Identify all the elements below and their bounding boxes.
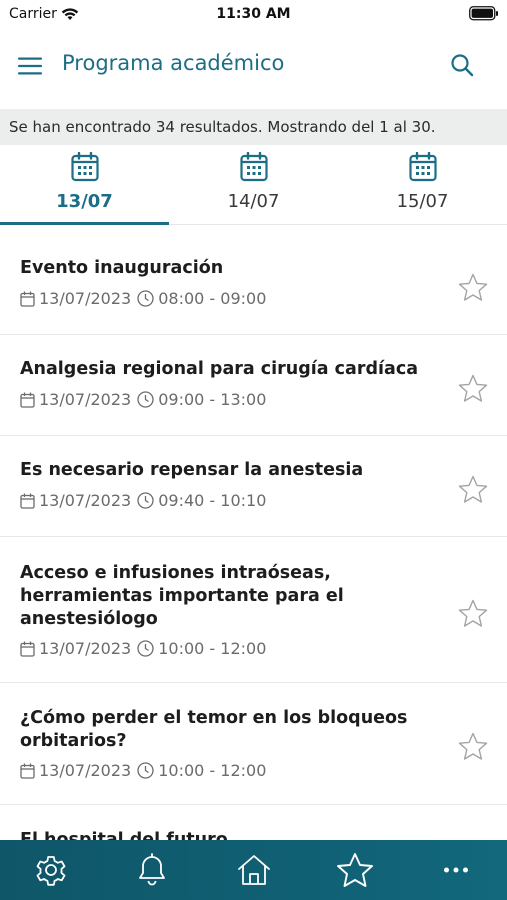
session-title: Acceso e infusiones intraóseas, herramie… [20, 563, 344, 629]
battery-icon [469, 6, 499, 25]
list-item[interactable]: Acceso e infusiones intraóseas, herramie… [0, 537, 507, 683]
session-title: ¿Cómo perder el temor en los bloqueos or… [20, 708, 408, 751]
more-dots-icon [444, 867, 469, 873]
list-item[interactable]: ¿Cómo perder el temor en los bloqueos or… [0, 683, 507, 805]
tab-date-1[interactable]: 13/07 [0, 145, 169, 225]
tab-date-label: 13/07 [56, 191, 113, 212]
clock-icon [137, 290, 154, 307]
session-meta: 13/07/2023 09:40 - 10:10 [20, 491, 266, 510]
app-header: Programa académico [0, 38, 507, 92]
favorite-button[interactable] [457, 372, 489, 404]
session-time: 09:40 - 10:10 [158, 491, 267, 510]
tab-date-3[interactable]: 15/07 [338, 145, 507, 224]
results-summary-text: Se han encontrado 34 resultados. Mostran… [9, 118, 436, 136]
session-time: 10:00 - 12:00 [158, 761, 267, 780]
session-title: Es necesario repensar la anestesia [20, 460, 364, 480]
search-button[interactable] [445, 48, 479, 82]
calendar-small-icon [20, 641, 35, 657]
home-icon [237, 855, 270, 885]
favorite-button[interactable] [457, 597, 489, 629]
calendar-icon [239, 151, 268, 186]
nav-settings[interactable] [0, 840, 101, 900]
nav-favorites[interactable] [304, 840, 405, 900]
list-item[interactable]: Analgesia regional para cirugía cardíaca… [0, 335, 507, 436]
session-meta: 13/07/2023 09:00 - 13:00 [20, 390, 266, 409]
star-outline-icon [458, 374, 488, 402]
menu-button[interactable] [14, 50, 46, 82]
session-date: 13/07/2023 [39, 289, 132, 308]
bottom-nav [0, 840, 507, 900]
session-meta: 13/07/2023 08:00 - 09:00 [20, 289, 266, 308]
session-date: 13/07/2023 [39, 491, 132, 510]
clock-icon [137, 640, 154, 657]
nav-notifications[interactable] [101, 840, 202, 900]
session-date: 13/07/2023 [39, 761, 132, 780]
session-time: 09:00 - 13:00 [158, 390, 267, 409]
hamburger-menu-icon [18, 57, 42, 75]
status-bar: Carrier 11:30 AM [0, 0, 507, 30]
star-outline-icon [458, 475, 488, 503]
calendar-small-icon [20, 763, 35, 779]
page-title: Programa académico [62, 51, 285, 75]
list-item[interactable]: Es necesario repensar la anestesia 13/07… [0, 436, 507, 537]
session-date: 13/07/2023 [39, 639, 132, 658]
bell-icon [139, 853, 166, 886]
clock-icon [137, 492, 154, 509]
nav-home[interactable] [203, 840, 304, 900]
status-time: 11:30 AM [216, 6, 291, 22]
favorite-button[interactable] [457, 730, 489, 762]
star-outline-icon [458, 599, 488, 627]
favorite-button[interactable] [457, 473, 489, 505]
clock-icon [137, 391, 154, 408]
star-outline-icon [458, 273, 488, 301]
calendar-small-icon [20, 392, 35, 408]
star-icon [336, 853, 373, 887]
gear-icon [36, 856, 66, 886]
date-tabs: 13/07 14/07 15/07 [0, 145, 507, 225]
results-summary-bar: Se han encontrado 34 resultados. Mostran… [0, 109, 507, 145]
tab-date-2[interactable]: 14/07 [169, 145, 338, 224]
clock-icon [137, 762, 154, 779]
session-meta: 13/07/2023 10:00 - 12:00 [20, 639, 266, 658]
tab-date-label: 14/07 [227, 191, 280, 212]
session-title: Evento inauguración [20, 258, 224, 278]
calendar-small-icon [20, 291, 35, 307]
session-title: Analgesia regional para cirugía cardíaca [20, 359, 419, 379]
session-time: 10:00 - 12:00 [158, 639, 267, 658]
session-time: 08:00 - 09:00 [158, 289, 267, 308]
calendar-small-icon [20, 493, 35, 509]
calendar-icon [408, 151, 437, 186]
calendar-icon [70, 151, 99, 186]
list-item[interactable]: Evento inauguración 13/07/2023 08:00 - 0… [0, 235, 507, 335]
session-list: Evento inauguración 13/07/2023 08:00 - 0… [0, 235, 507, 865]
favorite-button[interactable] [457, 271, 489, 303]
nav-more[interactable] [406, 840, 507, 900]
tab-date-label: 15/07 [396, 191, 449, 212]
star-outline-icon [458, 732, 488, 760]
search-icon [451, 54, 474, 77]
session-meta: 13/07/2023 10:00 - 12:00 [20, 761, 266, 780]
session-date: 13/07/2023 [39, 390, 132, 409]
